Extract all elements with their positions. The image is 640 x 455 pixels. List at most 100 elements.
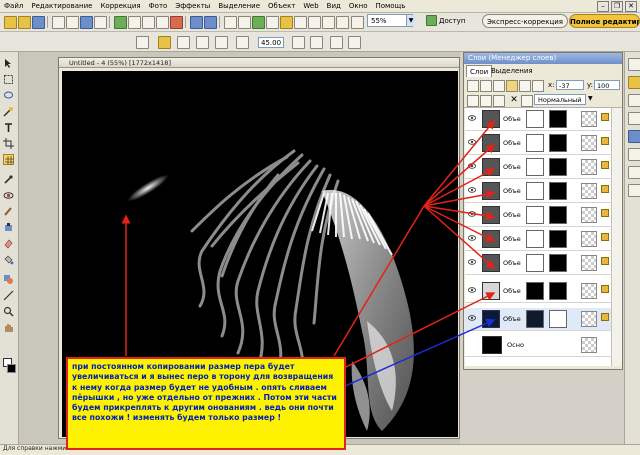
layer-props-icon[interactable] xyxy=(493,80,505,92)
delete-icon[interactable] xyxy=(170,16,183,29)
x-input[interactable]: -37 xyxy=(556,80,584,90)
shape-tool-icon[interactable] xyxy=(3,274,14,285)
tab-selections[interactable]: Выделения xyxy=(488,65,536,77)
grid-icon[interactable] xyxy=(322,16,335,29)
distribute-icon[interactable] xyxy=(330,36,343,49)
apply-icon[interactable] xyxy=(348,36,361,49)
red-eye-icon[interactable] xyxy=(3,190,14,201)
frame-icon[interactable] xyxy=(224,16,237,29)
eye-icon[interactable] xyxy=(468,139,476,145)
layer-row[interactable]: Объе xyxy=(465,228,611,251)
guide-icon[interactable] xyxy=(336,16,349,29)
menu-web[interactable]: Web xyxy=(299,0,322,12)
dock-brush-icon[interactable] xyxy=(628,148,640,161)
cut-icon[interactable] xyxy=(128,16,141,29)
flip-h-icon[interactable] xyxy=(196,36,209,49)
lock-icon[interactable] xyxy=(601,137,609,145)
layer-row[interactable]: Объе xyxy=(465,204,611,227)
dock-navigator-icon[interactable] xyxy=(628,184,640,197)
grid-tool-icon[interactable] xyxy=(3,154,14,165)
flip-v-icon[interactable] xyxy=(215,36,228,49)
eye-icon[interactable] xyxy=(468,235,476,241)
mask-layer-icon[interactable] xyxy=(532,80,544,92)
eye-icon[interactable] xyxy=(468,259,476,265)
layers-scrollbar[interactable] xyxy=(611,108,622,366)
crop-tool-icon[interactable] xyxy=(3,138,14,149)
save-icon[interactable] xyxy=(32,16,45,29)
eye-icon[interactable] xyxy=(468,211,476,217)
menu-help[interactable]: Помощь xyxy=(371,0,409,12)
rotate-icon[interactable] xyxy=(177,36,190,49)
chevron-down-icon[interactable]: ▼ xyxy=(588,95,593,102)
lock-icon[interactable] xyxy=(601,313,609,321)
layer-row[interactable]: Объе xyxy=(465,132,611,155)
full-edit-button[interactable]: Полное редактиров... xyxy=(569,14,640,28)
angle-input[interactable]: 45.00 xyxy=(258,37,284,48)
chevron-down-icon[interactable]: ▼ xyxy=(406,15,415,26)
arrange-icon[interactable] xyxy=(310,36,323,49)
layer-row[interactable]: Объе xyxy=(465,180,611,203)
artistic-icon[interactable] xyxy=(280,16,293,29)
background-color-swatch[interactable] xyxy=(7,364,16,373)
eye-icon[interactable] xyxy=(468,115,476,121)
magic-wand-icon[interactable] xyxy=(3,106,14,117)
blend-mode-select[interactable]: Нормальный xyxy=(534,94,586,105)
layer-row-background[interactable]: Осно xyxy=(465,334,611,357)
lock-icon[interactable] xyxy=(601,161,609,169)
lock-icon[interactable] xyxy=(601,233,609,241)
mask-tool-icon[interactable] xyxy=(3,74,14,85)
dock-objects-icon[interactable] xyxy=(628,76,640,89)
eye-icon[interactable] xyxy=(468,163,476,169)
lock-icon[interactable] xyxy=(601,185,609,193)
auto-enhance-icon[interactable] xyxy=(252,16,265,29)
browser-icon[interactable] xyxy=(94,16,107,29)
text-tool-icon[interactable] xyxy=(3,122,14,133)
lock-layer-icon[interactable] xyxy=(506,80,518,92)
paste-icon[interactable] xyxy=(156,16,169,29)
menu-effects[interactable]: Эффекты xyxy=(171,0,214,12)
lasso-tool-icon[interactable] xyxy=(3,90,14,101)
copy-icon[interactable] xyxy=(142,16,155,29)
layer-row[interactable]: Объе xyxy=(465,108,611,131)
email-icon[interactable] xyxy=(80,16,93,29)
restore-icon[interactable]: ❐ xyxy=(611,0,623,12)
new-layer-icon[interactable] xyxy=(467,80,479,92)
menu-object[interactable]: Объект xyxy=(264,0,299,12)
access-button[interactable]: Доступ xyxy=(426,14,472,28)
pick-tool-icon[interactable] xyxy=(3,58,14,69)
duplicate-layer-icon[interactable] xyxy=(480,80,492,92)
zoom-icon[interactable] xyxy=(3,306,14,317)
text-effect-icon[interactable] xyxy=(294,16,307,29)
print-icon[interactable] xyxy=(66,16,79,29)
layer-row[interactable]: Объе xyxy=(465,252,611,275)
dock-history-icon[interactable] xyxy=(628,94,640,107)
transform-icon[interactable] xyxy=(158,36,171,49)
menu-correction[interactable]: Коррекция xyxy=(96,0,144,12)
close-icon[interactable]: ✕ xyxy=(625,0,637,12)
layer-link-icon[interactable] xyxy=(493,95,505,107)
eyedropper-icon[interactable] xyxy=(3,174,14,185)
image-adjust-icon[interactable] xyxy=(238,16,251,29)
fill-tool-icon[interactable] xyxy=(3,254,14,265)
lock-icon[interactable] xyxy=(601,113,609,121)
dock-pattern-icon[interactable] xyxy=(628,166,640,179)
pick-mode-icon[interactable] xyxy=(136,36,149,49)
layer-row[interactable]: Объе xyxy=(465,280,611,303)
new-file-icon[interactable] xyxy=(4,16,17,29)
y-input[interactable]: 100 xyxy=(594,80,620,90)
eye-icon[interactable] xyxy=(468,315,476,321)
lock-icon[interactable] xyxy=(601,209,609,217)
minimize-icon[interactable]: – xyxy=(597,0,609,12)
lock-icon[interactable] xyxy=(601,257,609,265)
dock-info-icon[interactable] xyxy=(628,112,640,125)
menu-window[interactable]: Окно xyxy=(345,0,372,12)
menu-photo[interactable]: Фото xyxy=(145,0,172,12)
line-tool-icon[interactable] xyxy=(3,290,14,301)
clone-tool-icon[interactable] xyxy=(3,222,14,233)
layer-group-icon[interactable] xyxy=(480,95,492,107)
eraser-tool-icon[interactable] xyxy=(3,238,14,249)
redo-icon[interactable] xyxy=(204,16,217,29)
lock-icon[interactable] xyxy=(601,285,609,293)
crop-icon[interactable] xyxy=(114,16,127,29)
express-correction-button[interactable]: Экспресс-коррекция xyxy=(482,14,568,28)
